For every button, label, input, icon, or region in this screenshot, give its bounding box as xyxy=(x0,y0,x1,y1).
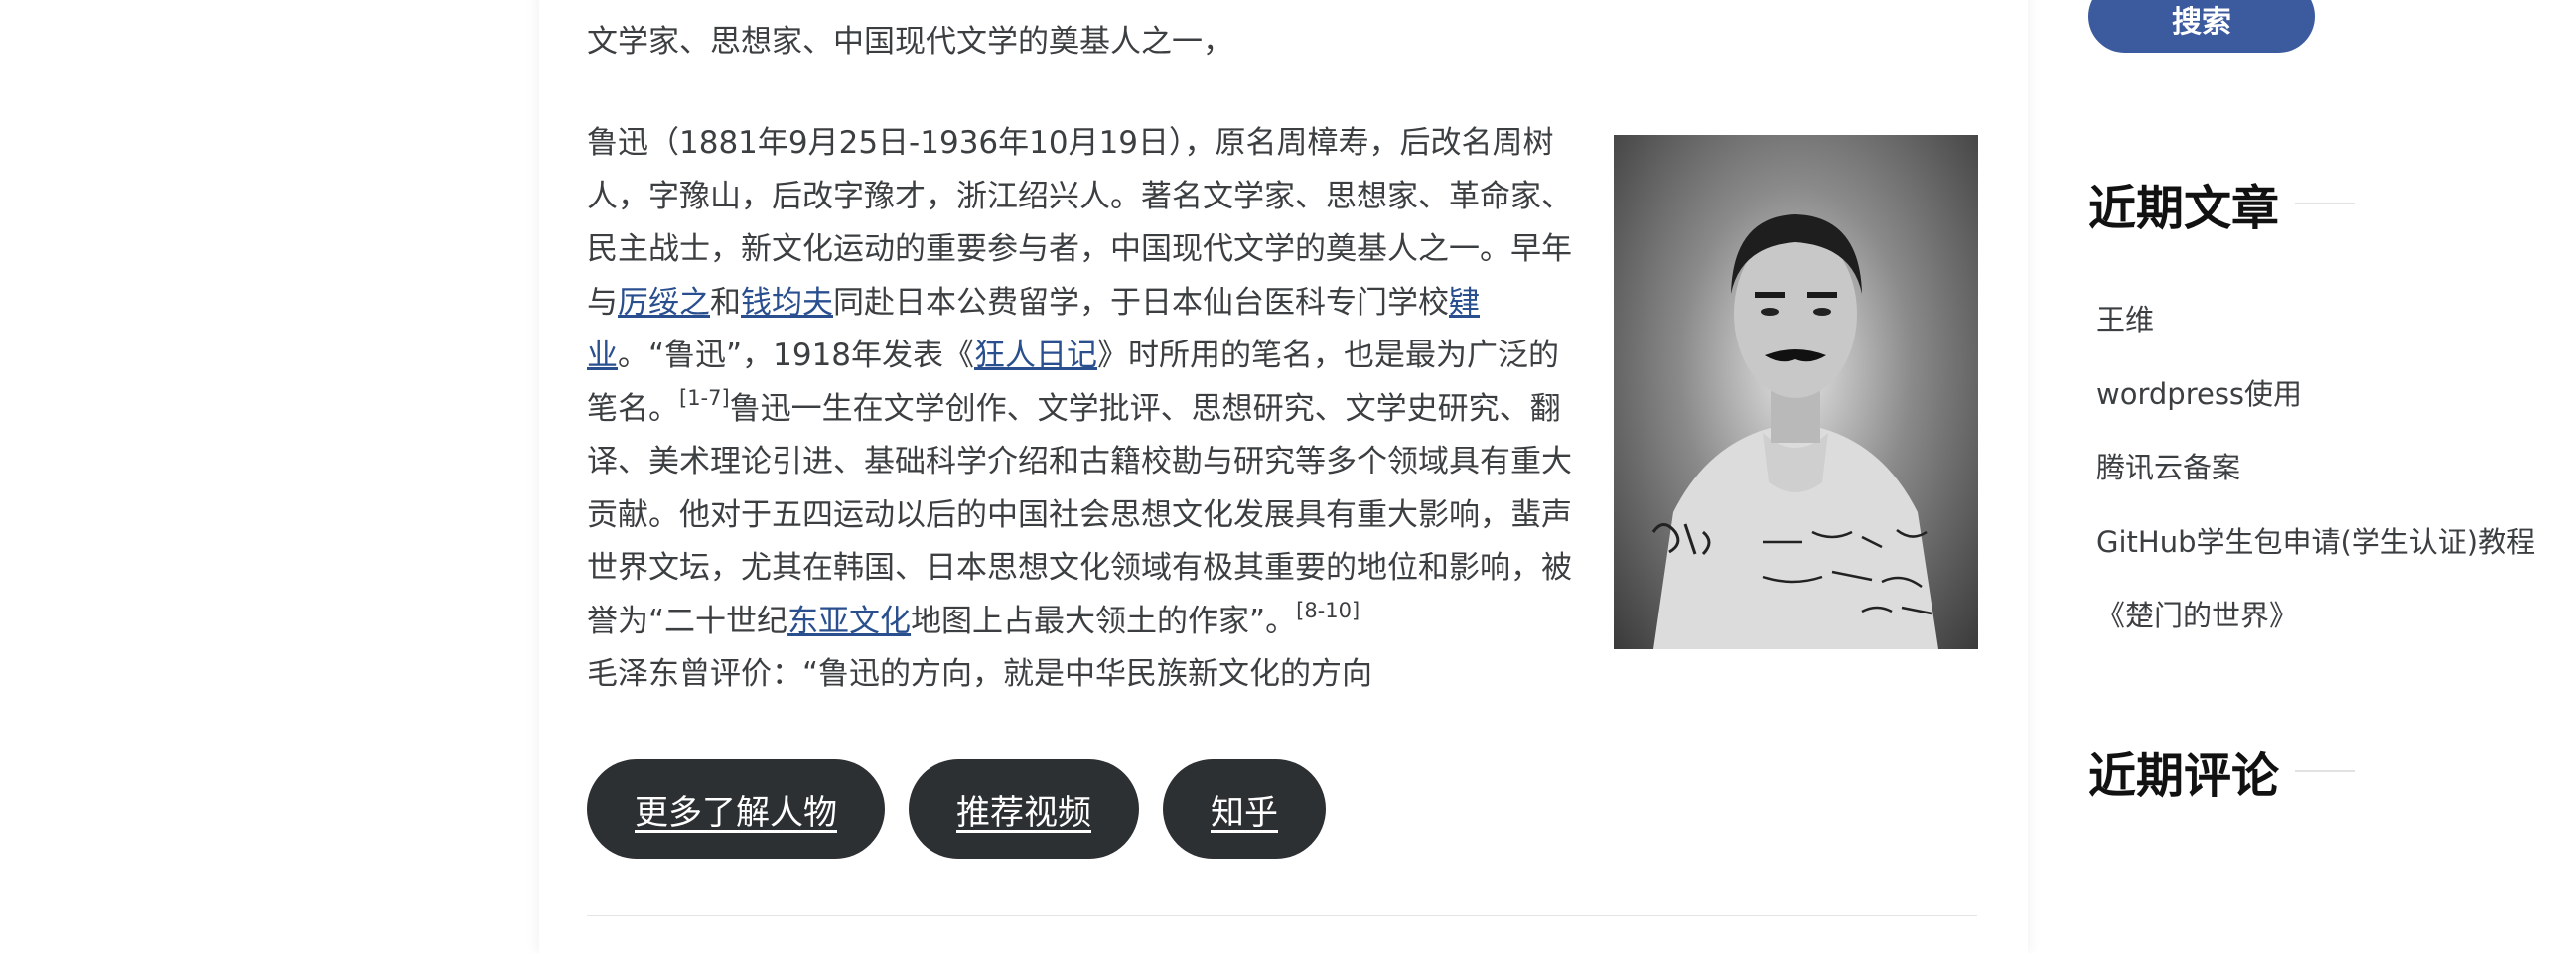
recommended-video-button[interactable]: 推荐视频 xyxy=(909,759,1139,859)
bio-text: 鲁迅一生在文学创作、文学批评、思想研究、文学史研究、翻译、美术理论引进、基础科学… xyxy=(587,390,1572,639)
reference-1-7[interactable]: [1-7] xyxy=(679,386,730,410)
recent-post-link[interactable]: 王维 xyxy=(2096,283,2535,357)
heading-rule xyxy=(2295,770,2356,772)
recent-comments-title: 近期评论 xyxy=(2088,749,2280,804)
recent-post-link[interactable]: wordpress使用 xyxy=(2096,357,2535,432)
recent-posts-heading: 近期文章 xyxy=(2088,169,2356,238)
reference-8-10[interactable]: [8-10] xyxy=(1296,599,1360,622)
recent-posts-list: 王维 wordpress使用 腾讯云备案 GitHub学生包申请(学生认证)教程… xyxy=(2096,283,2535,653)
recent-post-link[interactable]: 《楚门的世界》 xyxy=(2096,579,2535,653)
heading-rule xyxy=(2295,203,2356,204)
bio-text: 和 xyxy=(710,284,741,321)
bio-text: 。“鲁迅”，1918年发表《 xyxy=(618,338,975,373)
recent-comments-heading: 近期评论 xyxy=(2088,737,2356,806)
content-divider xyxy=(587,915,1977,916)
link-qian-junfu[interactable]: 钱均夫 xyxy=(741,285,833,321)
recent-posts-title: 近期文章 xyxy=(2088,181,2280,236)
portrait-illustration xyxy=(1651,214,1938,649)
portrait-photo xyxy=(1614,135,1978,649)
link-diary-of-madman[interactable]: 狂人日记 xyxy=(974,338,1097,373)
link-li-suizhi[interactable]: 厉绥之 xyxy=(618,285,710,321)
bio-text: 同赴日本公费留学，于日本仙台医科专门学校 xyxy=(833,284,1449,321)
more-about-person-button[interactable]: 更多了解人物 xyxy=(587,759,885,859)
bio-text: 毛泽东曾评价：“鲁迅的方向，就是中华民族新文化的方向 xyxy=(587,656,1373,692)
search-button[interactable]: 搜索 xyxy=(2088,0,2315,53)
zhihu-button[interactable]: 知乎 xyxy=(1163,759,1326,859)
bio-paragraph: 鲁迅（1881年9月25日-1936年10月19日），原名周樟寿，后改名周树人，… xyxy=(587,117,1580,702)
recent-post-link[interactable]: 腾讯云备案 xyxy=(2096,431,2535,505)
bio-text: 地图上占最大领土的作家”。 xyxy=(911,603,1297,639)
action-buttons: 更多了解人物 推荐视频 知乎 xyxy=(587,759,1326,859)
intro-line: 文学家、思想家、中国现代文学的奠基人之一， xyxy=(587,24,1233,60)
link-east-asian-culture[interactable]: 东亚文化 xyxy=(787,604,911,639)
recent-post-link[interactable]: GitHub学生包申请(学生认证)教程 xyxy=(2096,505,2535,580)
